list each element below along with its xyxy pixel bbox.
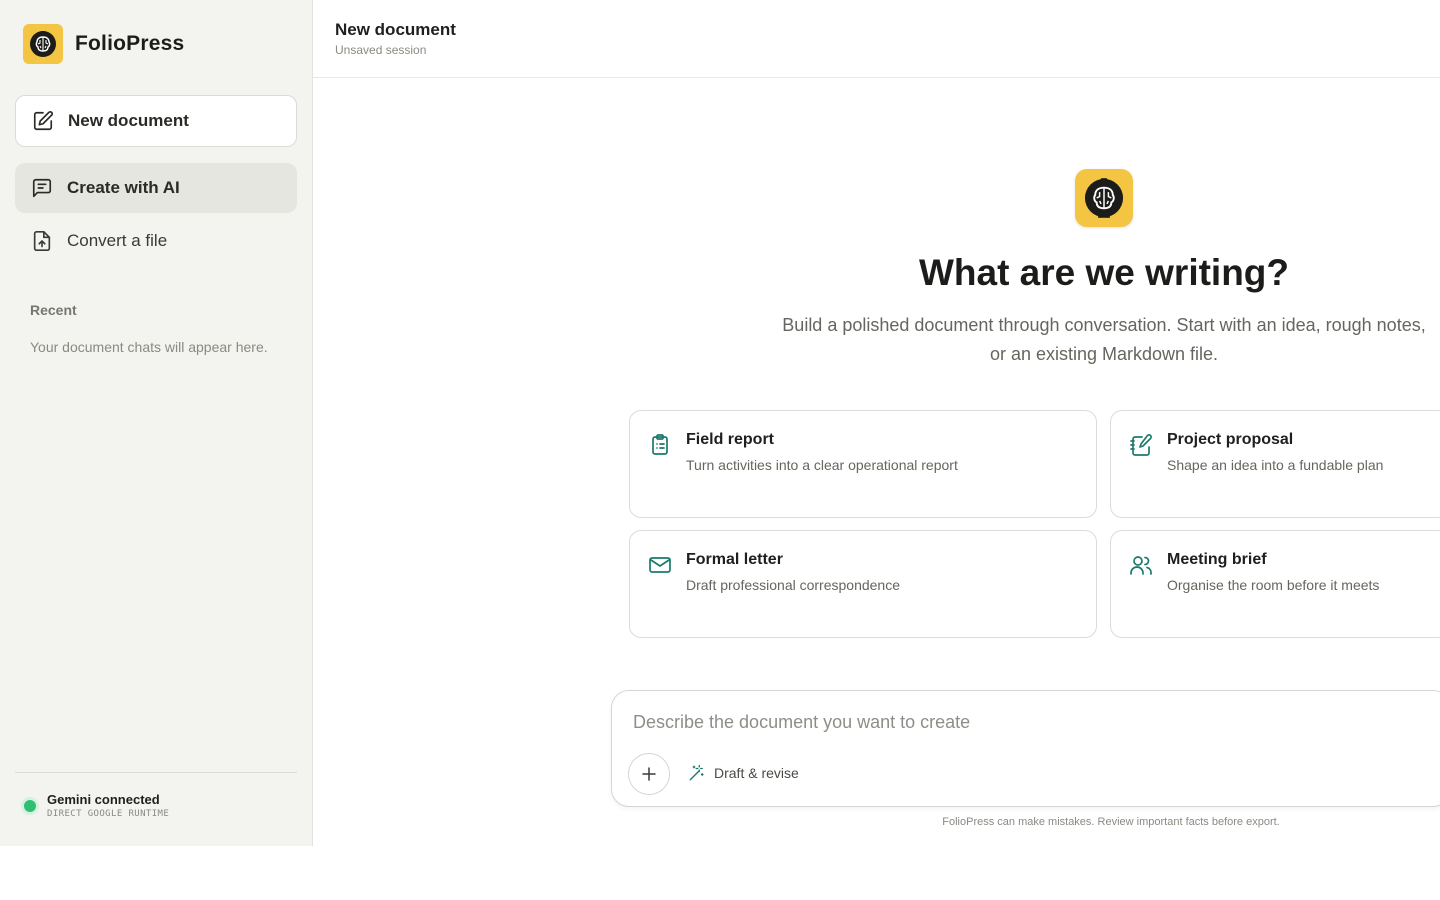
hero-title: What are we writing?: [918, 252, 1290, 293]
message-square-icon: [32, 178, 52, 198]
clipboard-icon: [652, 434, 668, 455]
recent-empty-text: Your document chats will appear here.: [30, 339, 268, 355]
plus-icon: [642, 767, 656, 781]
create-with-ai-button[interactable]: Create with AI: [15, 163, 297, 213]
card-description: Turn activities into a clear operational…: [686, 457, 958, 473]
draft-revise-mode-button[interactable]: Draft & revise: [688, 764, 799, 782]
card-title: Field report: [686, 431, 775, 448]
notebook-pen-icon: [1130, 434, 1152, 456]
convert-file-label: Convert a file: [67, 231, 168, 250]
status-subtitle: DIRECT GOOGLE RUNTIME: [47, 809, 170, 819]
card-title: Meeting brief: [1167, 551, 1267, 568]
document-subtitle: Unsaved session: [335, 43, 427, 57]
card-formal-letter[interactable]: Formal letter Draft professional corresp…: [629, 530, 1097, 638]
brain-logo-icon: [23, 24, 63, 64]
draft-revise-label: Draft & revise: [714, 765, 799, 781]
card-description: Draft professional correspondence: [686, 577, 901, 593]
convert-file-button[interactable]: Convert a file: [15, 216, 297, 266]
new-document-label: New document: [68, 111, 189, 130]
status-dot-icon: [24, 800, 36, 812]
card-title: Formal letter: [686, 551, 783, 568]
connection-status: Gemini connected DIRECT GOOGLE RUNTIME: [24, 791, 169, 819]
app-root: FolioPress New document Create with AI C…: [0, 0, 1440, 846]
recent-heading: Recent: [30, 302, 77, 318]
card-description: Shape an idea into a fundable plan: [1167, 457, 1384, 473]
disclaimer-text: FolioPress can make mistakes. Review imp…: [942, 816, 1280, 828]
magic-wand-icon: [689, 764, 704, 781]
sidebar: FolioPress New document Create with AI C…: [0, 0, 313, 846]
status-title: Gemini connected: [47, 792, 160, 807]
file-upload-icon: [33, 231, 51, 251]
document-title: New document: [335, 20, 456, 39]
card-field-report[interactable]: Field report Turn activities into a clea…: [629, 410, 1097, 518]
card-project-proposal[interactable]: Project proposal Shape an idea into a fu…: [1110, 410, 1440, 518]
edit-icon: [33, 111, 53, 131]
composer: Draft & revise: [611, 690, 1440, 807]
new-document-button[interactable]: New document: [15, 95, 297, 147]
brand-name: FolioPress: [75, 32, 185, 55]
card-title: Project proposal: [1167, 431, 1294, 448]
prompt-input[interactable]: [633, 707, 1413, 737]
hero-brain-logo-icon: [1075, 169, 1133, 227]
hero-subtitle: Build a polished document through conver…: [782, 315, 1426, 364]
header: New document Unsaved session: [313, 0, 1440, 78]
attach-button[interactable]: [628, 753, 670, 795]
sidebar-divider: [15, 772, 297, 773]
card-description: Organise the room before it meets: [1167, 577, 1380, 593]
card-meeting-brief[interactable]: Meeting brief Organise the room before i…: [1110, 530, 1440, 638]
create-with-ai-label: Create with AI: [67, 178, 180, 197]
mail-icon: [649, 557, 671, 573]
brand[interactable]: FolioPress: [23, 24, 184, 64]
users-icon: [1130, 556, 1152, 575]
